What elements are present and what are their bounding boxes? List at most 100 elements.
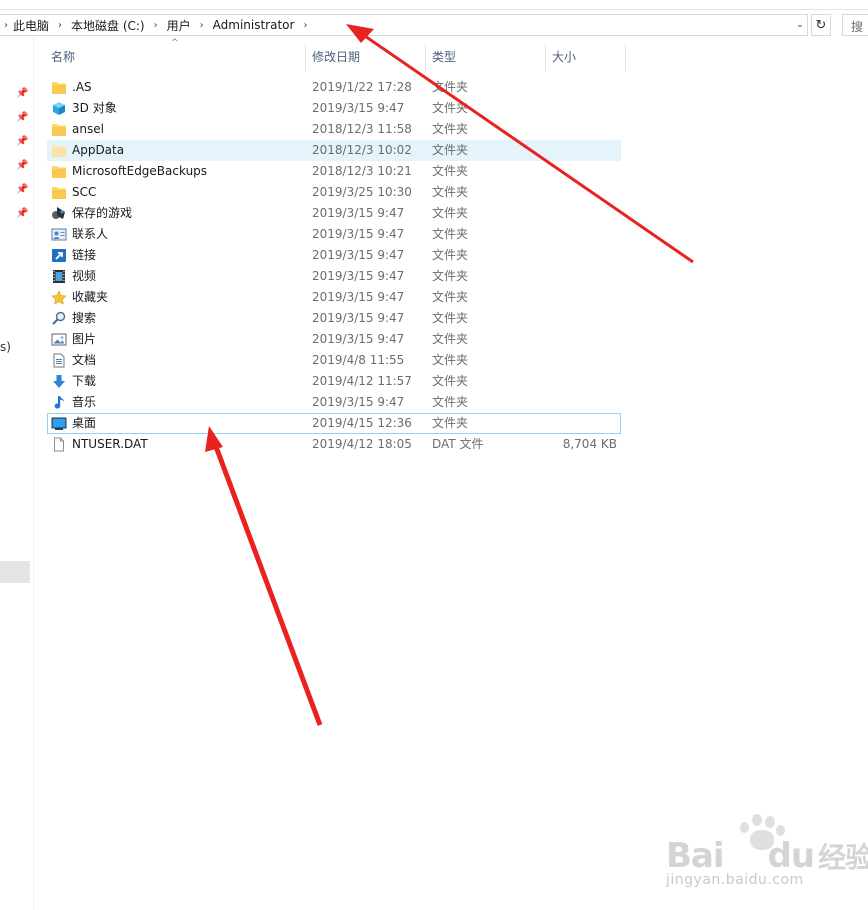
breadcrumb-users[interactable]: 用户	[166, 17, 192, 34]
file-name: 链接	[72, 248, 97, 262]
folder-icon	[51, 185, 67, 200]
file-date-modified: 2019/3/15 9:47	[312, 206, 405, 220]
file-type: 文件夹	[432, 101, 469, 115]
searches-icon	[51, 311, 67, 326]
chevron-right-icon[interactable]: ›	[295, 20, 315, 31]
file-row[interactable]: 桌面 2019/4/15 12:36 文件夹	[47, 413, 621, 434]
desktop-icon	[51, 416, 67, 431]
file-type: DAT 文件	[432, 437, 484, 451]
navigation-pane[interactable]: 📌 📌 📌 📌 📌 📌 s)	[0, 36, 34, 910]
file-date-modified: 2018/12/3 10:21	[312, 164, 412, 178]
paw-icon	[765, 816, 775, 828]
pin-icon[interactable]: 📌	[16, 208, 28, 220]
pin-icon[interactable]: 📌	[16, 112, 28, 124]
file-name: ansel	[72, 122, 104, 136]
pin-icon[interactable]: 📌	[16, 136, 28, 148]
breadcrumb-local-disk[interactable]: 本地磁盘 (C:)	[70, 17, 146, 34]
file-row[interactable]: 搜索 2019/3/15 9:47 文件夹	[47, 308, 621, 329]
file-date-modified: 2019/4/15 12:36	[312, 416, 412, 430]
file-date-modified: 2019/3/15 9:47	[312, 101, 405, 115]
baidu-watermark: Bai du 经验 jingyan.baidu.com	[664, 812, 868, 902]
file-row[interactable]: 3D 对象 2019/3/15 9:47 文件夹	[47, 98, 621, 119]
file-name: 视频	[72, 269, 97, 283]
pin-icon[interactable]: 📌	[16, 160, 28, 172]
file-date-modified: 2019/4/8 11:55	[312, 353, 405, 367]
downloads-icon	[51, 374, 67, 389]
chevron-right-icon[interactable]: ›	[192, 20, 212, 31]
address-bar[interactable]: › 此电脑 › 本地磁盘 (C:) › 用户 › Administrator ›…	[0, 14, 808, 36]
hidden-folder-icon	[51, 143, 67, 158]
file-row[interactable]: NTUSER.DAT 2019/4/12 18:05 DAT 文件 8,704 KB	[47, 434, 621, 455]
file-type: 文件夹	[432, 311, 469, 325]
file-row[interactable]: SCC 2019/3/25 10:30 文件夹	[47, 182, 621, 203]
watermark-url: jingyan.baidu.com	[666, 872, 804, 888]
file-type: 文件夹	[432, 374, 469, 388]
file-name: 搜索	[72, 311, 97, 325]
file-row[interactable]: 视频 2019/3/15 9:47 文件夹	[47, 266, 621, 287]
file-name: 下载	[72, 374, 97, 388]
music-icon	[51, 395, 67, 410]
pin-icon[interactable]: 📌	[16, 88, 28, 100]
paw-icon	[752, 814, 762, 826]
file-type: 文件夹	[432, 248, 469, 262]
contacts-icon	[51, 227, 67, 242]
file-row[interactable]: 文档 2019/4/8 11:55 文件夹	[47, 350, 621, 371]
watermark-brand: Bai du 经验	[666, 836, 868, 876]
file-date-modified: 2019/3/15 9:47	[312, 248, 405, 262]
file-name: NTUSER.DAT	[72, 437, 148, 451]
column-header-size[interactable]: 大小	[546, 44, 626, 71]
pin-icon[interactable]: 📌	[16, 184, 28, 196]
file-row[interactable]: .AS 2019/1/22 17:28 文件夹	[47, 77, 621, 98]
breadcrumb: › 此电脑 › 本地磁盘 (C:) › 用户 › Administrator ›	[0, 15, 315, 35]
file-row[interactable]: ansel 2018/12/3 11:58 文件夹	[47, 119, 621, 140]
documents-icon	[51, 353, 67, 368]
file-row[interactable]: 联系人 2019/3/15 9:47 文件夹	[47, 224, 621, 245]
window-top-divider	[0, 9, 868, 10]
file-type: 文件夹	[432, 80, 469, 94]
column-header-type[interactable]: 类型	[426, 44, 546, 71]
file-row[interactable]: 音乐 2019/3/15 9:47 文件夹	[47, 392, 621, 413]
file-row[interactable]: MicrosoftEdgeBackups 2018/12/3 10:21 文件夹	[47, 161, 621, 182]
file-name: MicrosoftEdgeBackups	[72, 164, 208, 178]
file-date-modified: 2019/4/12 18:05	[312, 437, 412, 451]
file-row[interactable]: 收藏夹 2019/3/15 9:47 文件夹	[47, 287, 621, 308]
chevron-right-icon[interactable]: ›	[146, 20, 166, 31]
file-name: 图片	[72, 332, 97, 346]
address-history-dropdown[interactable]: ⌄	[792, 15, 808, 35]
refresh-button[interactable]: ↻	[811, 14, 831, 36]
saved-games-icon	[51, 206, 67, 221]
chevron-right-icon[interactable]: ›	[0, 20, 12, 31]
file-name: 3D 对象	[72, 101, 117, 115]
nav-item-partial-label[interactable]: s)	[0, 340, 11, 354]
search-input[interactable]: 搜	[842, 14, 868, 36]
file-type: 文件夹	[432, 143, 469, 157]
file-row[interactable]: 图片 2019/3/15 9:47 文件夹	[47, 329, 621, 350]
refresh-icon: ↻	[815, 17, 827, 33]
3d-objects-icon	[51, 101, 67, 116]
column-header-name[interactable]: 名称	[45, 44, 306, 71]
folder-icon	[51, 164, 67, 179]
file-date-modified: 2019/3/15 9:47	[312, 269, 405, 283]
file-type: 文件夹	[432, 416, 469, 430]
chevron-right-icon[interactable]: ›	[50, 20, 70, 31]
column-header-date[interactable]: 修改日期	[306, 44, 426, 71]
file-row[interactable]: 下载 2019/4/12 11:57 文件夹	[47, 371, 621, 392]
file-icon	[51, 437, 67, 452]
file-name: 收藏夹	[72, 290, 109, 304]
file-date-modified: 2019/3/15 9:47	[312, 332, 405, 346]
file-type: 文件夹	[432, 353, 469, 367]
file-type: 文件夹	[432, 395, 469, 409]
breadcrumb-this-pc[interactable]: 此电脑	[12, 17, 50, 34]
nav-item-selected[interactable]	[0, 561, 30, 583]
file-type: 文件夹	[432, 227, 469, 241]
file-row[interactable]: 保存的游戏 2019/3/15 9:47 文件夹	[47, 203, 621, 224]
file-row[interactable]: 链接 2019/3/15 9:47 文件夹	[47, 245, 621, 266]
file-type: 文件夹	[432, 290, 469, 304]
file-name: .AS	[72, 80, 92, 94]
file-name: 桌面	[72, 416, 97, 430]
file-row[interactable]: AppData 2018/12/3 10:02 文件夹	[47, 140, 621, 161]
file-type: 文件夹	[432, 122, 469, 136]
videos-icon	[51, 269, 67, 284]
file-type: 文件夹	[432, 332, 469, 346]
breadcrumb-administrator[interactable]: Administrator	[212, 18, 296, 32]
